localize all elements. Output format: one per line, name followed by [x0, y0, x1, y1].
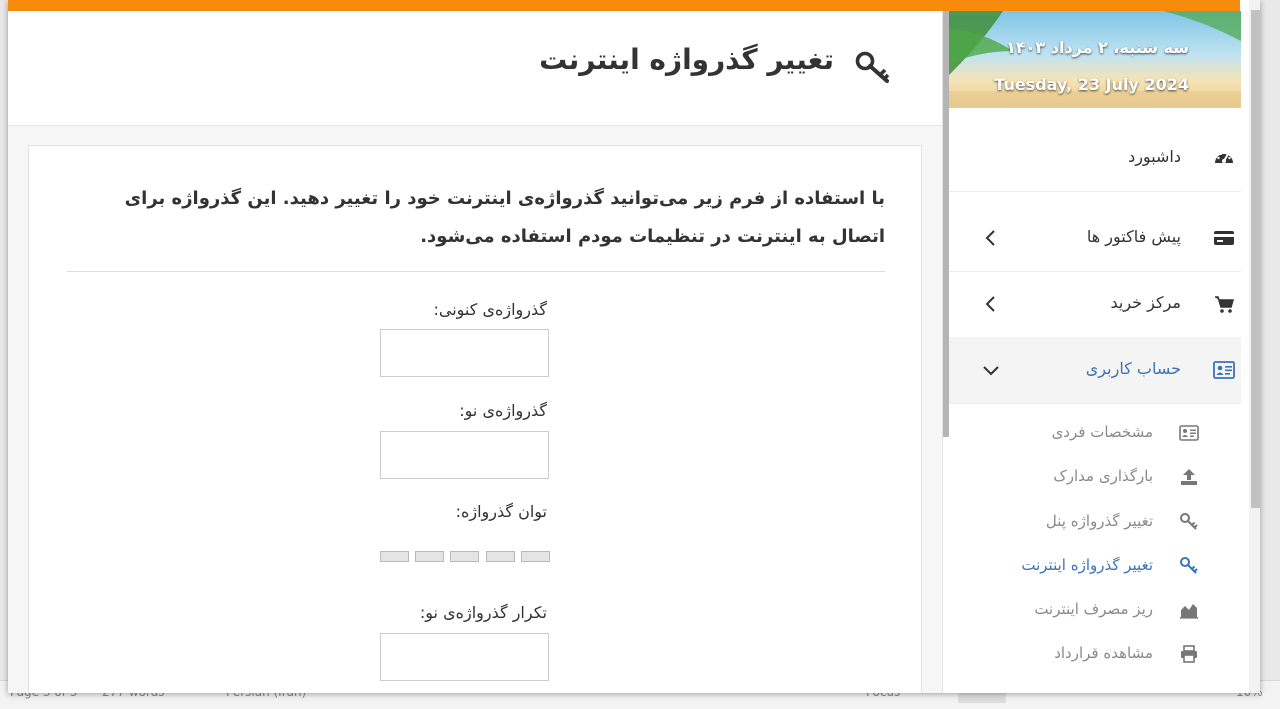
repeat-password-input[interactable]	[380, 633, 549, 681]
gregorian-date: Tuesday, 23 July 2024	[994, 75, 1189, 94]
sidebar-item-label: پیش فاکتور ها	[1086, 227, 1181, 246]
strength-segment	[450, 551, 479, 562]
credit-card-icon	[1214, 231, 1234, 245]
sidebar-scrollbar[interactable]	[943, 11, 949, 437]
main-content: تغییر گذرواژه اینترنت با استفاده از فرم …	[8, 11, 942, 693]
new-password-input[interactable]	[380, 431, 549, 479]
area-chart-icon	[1180, 604, 1198, 619]
divider	[67, 271, 885, 272]
strength-segment	[486, 551, 515, 562]
chevron-left-icon	[985, 296, 995, 312]
page-scrollbar[interactable]	[1249, 0, 1260, 693]
printer-icon	[1181, 645, 1197, 663]
password-form-card: با استفاده از فرم زیر می‌توانید گذرواژه‌…	[28, 145, 922, 693]
page-header: تغییر گذرواژه اینترنت	[8, 11, 942, 126]
sidebar-subitem-label: تغییر گذرواژه اینترنت	[1021, 556, 1153, 574]
chevron-left-icon	[985, 230, 995, 246]
id-card-icon	[1213, 361, 1235, 379]
key-icon	[1180, 557, 1198, 574]
repeat-password-label: تکرار گذرواژه‌ی نو:	[419, 603, 547, 622]
key-icon	[855, 51, 890, 83]
password-strength-label: توان گذرواژه:	[455, 502, 547, 521]
chevron-down-icon	[983, 366, 999, 376]
strength-segment	[380, 551, 409, 562]
cart-icon	[1215, 296, 1234, 313]
sidebar-subitem-label: تغییر گذرواژه پنل	[1045, 512, 1153, 530]
sidebar-item-invoices[interactable]: پیش فاکتور ها	[949, 205, 1241, 272]
top-accent-bar	[8, 0, 1240, 11]
sidebar-item-dashboard[interactable]: داشبورد	[949, 125, 1241, 192]
sidebar-subitem-label: مشاهده قرارداد	[1054, 644, 1153, 662]
new-password-label: گذرواژه‌ی نو:	[459, 401, 547, 420]
sidebar-item-label: حساب کاربری	[1085, 359, 1181, 378]
strength-segment	[415, 551, 444, 562]
key-icon	[1180, 513, 1198, 530]
sidebar-subitem-label: ریز مصرف اینترنت	[1034, 600, 1153, 618]
page-scrollbar-thumb[interactable]	[1251, 10, 1260, 508]
sidebar: سه شنبه، ۲ مرداد ۱۴۰۳ Tuesday, 23 July 2…	[942, 11, 1241, 693]
current-password-input[interactable]	[380, 329, 549, 377]
page-title: تغییر گذرواژه اینترنت	[539, 43, 834, 76]
sidebar-subitem-contract[interactable]: مشاهده قرارداد	[949, 632, 1241, 676]
sidebar-subitem-internet-password[interactable]: تغییر گذرواژه اینترنت	[949, 544, 1241, 588]
dashboard-icon	[1215, 152, 1233, 163]
strength-segment	[521, 551, 550, 562]
sidebar-subitem-usage[interactable]: ریز مصرف اینترنت	[949, 588, 1241, 632]
sidebar-item-label: مرکز خرید	[1110, 293, 1182, 312]
sidebar-subitem-documents[interactable]: بارگذاری مدارک	[949, 455, 1241, 499]
id-card-icon	[1179, 425, 1199, 441]
upload-icon	[1181, 469, 1197, 485]
sidebar-subitem-panel-password[interactable]: تغییر گذرواژه پنل	[949, 500, 1241, 544]
sidebar-item-account[interactable]: حساب کاربری	[949, 337, 1241, 404]
sidebar-subitem-label: مشخصات فردی	[1051, 423, 1153, 441]
sidebar-item-label: داشبورد	[1128, 147, 1181, 166]
current-password-label: گذرواژه‌ی کنونی:	[433, 300, 547, 319]
sidebar-subitem-profile[interactable]: مشخصات فردی	[949, 411, 1241, 455]
intro-text: با استفاده از فرم زیر می‌توانید گذرواژه‌…	[124, 188, 885, 247]
sidebar-subitem-label: بارگذاری مدارک	[1053, 467, 1153, 485]
persian-date: سه شنبه، ۲ مرداد ۱۴۰۳	[1006, 38, 1189, 57]
browser-window: تغییر گذرواژه اینترنت با استفاده از فرم …	[8, 0, 1260, 693]
date-banner: سه شنبه، ۲ مرداد ۱۴۰۳ Tuesday, 23 July 2…	[943, 11, 1241, 108]
sidebar-item-shop[interactable]: مرکز خرید	[949, 271, 1241, 338]
